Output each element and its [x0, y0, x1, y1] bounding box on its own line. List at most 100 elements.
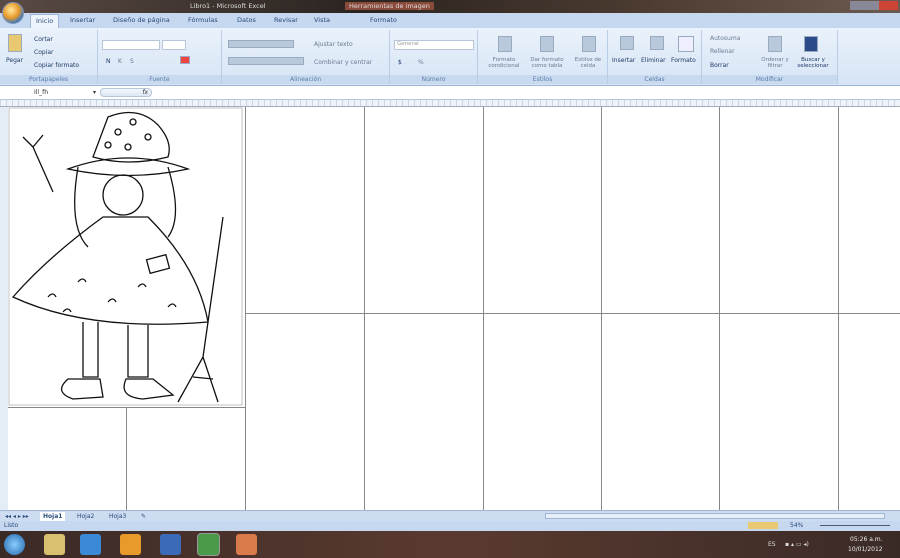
sheet-tab-hoja3[interactable]: Hoja3 — [106, 512, 129, 521]
delete-button[interactable]: Eliminar — [641, 57, 666, 64]
sheet-nav-arrows[interactable]: ◂◂ ◂ ▸ ▸▸ — [2, 512, 32, 521]
zoom-slider[interactable] — [820, 525, 890, 526]
fill-color-icon[interactable] — [180, 56, 190, 64]
start-button[interactable] — [4, 534, 25, 555]
group-font: N K S Fuente — [98, 30, 222, 84]
tab-datos[interactable]: Datos — [237, 16, 256, 24]
group-styles: Formato condicional Dar formato como tab… — [478, 30, 608, 84]
worksheet-grid[interactable] — [0, 107, 900, 511]
tab-formulas[interactable]: Fórmulas — [188, 16, 218, 24]
formula-input[interactable] — [156, 88, 886, 98]
delete-cells-icon — [650, 36, 664, 50]
cell-styles-icon — [582, 36, 596, 52]
tray-icons[interactable]: ▪ ▴ ▭ ◂) — [785, 541, 809, 548]
cell-styles-button[interactable]: Estilos de celda — [570, 57, 606, 69]
explorer-taskbar-icon[interactable] — [44, 534, 65, 555]
witch-image[interactable] — [8, 107, 244, 407]
clear-button[interactable]: Borrar — [710, 62, 729, 69]
number-format-select[interactable]: General — [394, 40, 474, 50]
group-cells: Insertar Eliminar Formato Celdas — [608, 30, 702, 84]
taskbar: ES ▪ ▴ ▭ ◂) 05:26 a.m. 10/01/2012 — [0, 531, 900, 558]
context-tab-title: Herramientas de imagen — [345, 2, 434, 10]
title-bar: Libro1 - Microsoft Excel Herramientas de… — [0, 0, 900, 13]
insert-function-button[interactable]: fx — [100, 88, 152, 97]
horizontal-scrollbar[interactable] — [545, 513, 885, 519]
group-number: General $ % Número — [390, 30, 478, 84]
tab-vista[interactable]: Vista — [314, 16, 330, 24]
group-label: Modificar — [702, 75, 837, 84]
conditional-format-icon — [498, 36, 512, 52]
insert-button[interactable]: Insertar — [612, 57, 635, 64]
merge-center-button[interactable]: Combinar y centrar — [314, 59, 372, 66]
gridline — [364, 107, 365, 511]
conditional-format-button[interactable]: Formato condicional — [484, 57, 524, 69]
tab-insertar[interactable]: Insertar — [70, 16, 95, 24]
table-format-icon — [540, 36, 554, 52]
sort-filter-button[interactable]: Ordenar y filtrar — [760, 57, 790, 69]
italic-button[interactable]: K — [118, 58, 122, 65]
font-name-select[interactable] — [102, 40, 160, 50]
window-title: Libro1 - Microsoft Excel — [190, 2, 266, 10]
gridline — [838, 107, 839, 511]
sort-filter-icon — [768, 36, 782, 52]
align-icons[interactable] — [228, 40, 294, 48]
group-label: Fuente — [98, 75, 221, 84]
group-clipboard: Pegar Cortar Copiar Copiar formato Porta… — [0, 30, 98, 84]
autosum-button[interactable]: Autosuma — [710, 35, 740, 42]
format-as-table-button[interactable]: Dar formato como tabla — [526, 57, 568, 69]
group-alignment: Ajustar texto Combinar y centrar Alineac… — [222, 30, 390, 84]
tab-inicio[interactable]: Inicio — [30, 14, 60, 28]
underline-button[interactable]: S — [130, 58, 134, 65]
format-cells-icon — [678, 36, 694, 52]
paste-button[interactable]: Pegar — [6, 57, 23, 64]
sheet-tab-bar: ◂◂ ◂ ▸ ▸▸ Hoja1 Hoja2 Hoja3 ✎ — [0, 510, 900, 521]
window-controls[interactable] — [850, 1, 898, 10]
align-icons-2[interactable] — [228, 57, 304, 65]
format-button[interactable]: Formato — [671, 57, 696, 64]
group-label: Portapapeles — [0, 75, 97, 84]
fill-button[interactable]: Rellenar — [710, 48, 735, 55]
copy-button[interactable]: Copiar — [34, 49, 53, 56]
name-box-dropdown-icon[interactable]: ▾ — [93, 89, 96, 96]
gridline — [601, 107, 602, 511]
excel-taskbar-icon[interactable] — [197, 533, 220, 556]
tab-diseno[interactable]: Diseño de página — [113, 16, 170, 24]
language-indicator[interactable]: ES — [768, 541, 776, 548]
paste-icon — [8, 34, 22, 52]
office-button[interactable] — [2, 2, 24, 24]
percent-button[interactable]: % — [418, 59, 424, 66]
status-text: Listo — [4, 522, 19, 529]
powerpoint-taskbar-icon[interactable] — [236, 534, 257, 555]
ie-taskbar-icon[interactable] — [80, 534, 101, 555]
group-label: Celdas — [608, 75, 701, 84]
wrap-text-button[interactable]: Ajustar texto — [314, 41, 353, 48]
group-editing: Autosuma Rellenar Borrar Ordenar y filtr… — [702, 30, 838, 84]
clock-time[interactable]: 05:26 a.m. — [850, 536, 883, 543]
find-select-button[interactable]: Buscar y seleccionar — [792, 57, 834, 69]
media-player-taskbar-icon[interactable] — [120, 534, 141, 555]
group-label: Alineación — [222, 75, 389, 84]
tab-formato[interactable]: Formato — [370, 16, 397, 24]
bold-button[interactable]: N — [106, 58, 111, 65]
gridline — [245, 313, 900, 314]
ribbon: Pegar Cortar Copiar Copiar formato Porta… — [0, 28, 900, 86]
font-size-select[interactable] — [162, 40, 186, 50]
group-label: Estilos — [478, 75, 607, 84]
tab-revisar[interactable]: Revisar — [274, 16, 298, 24]
new-sheet-icon[interactable]: ✎ — [138, 512, 149, 521]
clock-date[interactable]: 10/01/2012 — [848, 546, 883, 553]
gridline — [126, 407, 127, 511]
cut-button[interactable]: Cortar — [34, 36, 53, 43]
gridline — [245, 107, 246, 511]
binoculars-icon — [804, 36, 818, 52]
ruler — [0, 100, 900, 107]
word-taskbar-icon[interactable] — [160, 534, 181, 555]
name-box[interactable]: Ill_fh — [34, 89, 94, 96]
sheet-tab-hoja2[interactable]: Hoja2 — [74, 512, 97, 521]
zoom-level[interactable]: 54% — [790, 522, 803, 529]
sheet-tab-hoja1[interactable]: Hoja1 — [40, 512, 66, 521]
group-label: Número — [390, 75, 477, 84]
format-painter-button[interactable]: Copiar formato — [34, 62, 79, 69]
currency-button[interactable]: $ — [398, 59, 402, 66]
view-buttons[interactable] — [748, 522, 778, 529]
